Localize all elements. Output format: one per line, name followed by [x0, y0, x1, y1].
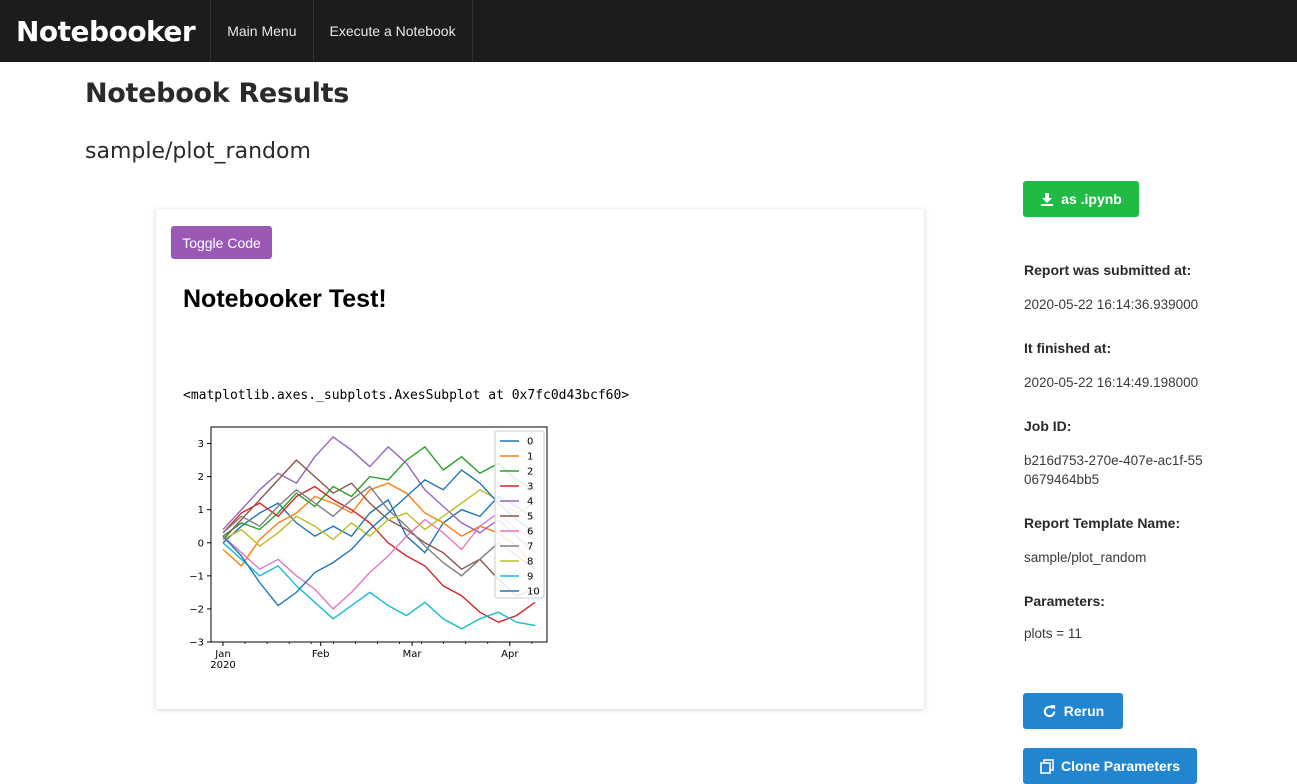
legend-label-4: 4	[527, 497, 533, 508]
download-ipynb-button[interactable]: as .ipynb	[1023, 181, 1139, 217]
download-icon	[1041, 193, 1054, 206]
copy-icon	[1040, 758, 1054, 774]
notebook-path-heading: sample/plot_random	[85, 139, 311, 164]
legend-label-0: 0	[527, 437, 533, 448]
y-tick-label: 1	[198, 505, 204, 516]
legend-label-10: 10	[527, 587, 540, 598]
job-id-label: Job ID:	[1024, 418, 1072, 434]
refresh-icon	[1043, 704, 1055, 717]
cell-output-text: <matplotlib.axes._subplots.AxesSubplot a…	[183, 388, 630, 403]
submitted-value: 2020-05-22 16:14:36.939000	[1024, 297, 1199, 312]
x-tick-label: 2020	[210, 660, 235, 671]
random-walk-line-chart: −3 −2 −1 0 1 2 3 Jan2020 Feb Mar Apr 0 1 2 3 4 5 6 7 8 9 10	[189, 426, 548, 671]
parameters-value: plots = 11	[1024, 626, 1082, 641]
legend-label-9: 9	[527, 572, 533, 583]
y-tick-label: 2	[198, 472, 204, 483]
legend-label-5: 5	[527, 512, 533, 523]
series-line-10	[222, 469, 536, 607]
download-label: as .ipynb	[1061, 191, 1122, 207]
series-line-9	[222, 542, 536, 630]
y-tick-label: −3	[189, 638, 204, 649]
job-id-value: b216d753-270e-407e-ac1f-550679464bb5	[1024, 453, 1203, 487]
finished-value: 2020-05-22 16:14:49.198000	[1024, 375, 1199, 390]
page-title: Notebook Results	[85, 78, 349, 109]
top-navbar: Notebooker Main Menu Execute a Notebook	[0, 0, 1297, 62]
y-tick-label: 0	[198, 538, 204, 549]
clone-label: Clone Parameters	[1060, 758, 1181, 774]
legend-label-7: 7	[527, 542, 533, 553]
finished-label: It finished at:	[1024, 340, 1112, 356]
template-name-value: sample/plot_random	[1024, 550, 1147, 565]
legend-label-3: 3	[527, 482, 533, 493]
x-tick-label: Apr	[501, 649, 519, 660]
clone-parameters-button[interactable]: Clone Parameters	[1023, 748, 1197, 784]
rerun-button[interactable]: Rerun	[1023, 693, 1123, 729]
legend-label-8: 8	[527, 557, 533, 568]
brand-logo[interactable]: Notebooker	[0, 0, 212, 62]
x-tick-label: Feb	[312, 649, 330, 660]
x-tick-label: Mar	[403, 649, 423, 660]
y-tick-label: −1	[189, 571, 204, 582]
template-name-label: Report Template Name:	[1024, 515, 1181, 531]
series-line-0	[222, 495, 536, 554]
toggle-code-button[interactable]: Toggle Code	[171, 226, 272, 259]
y-tick-label: 3	[198, 439, 204, 450]
legend-label-6: 6	[527, 527, 533, 538]
notebook-result-card: Toggle Code Notebooker Test! <matplotlib…	[156, 209, 924, 709]
legend-label-2: 2	[527, 467, 533, 478]
nav-main-menu[interactable]: Main Menu	[211, 0, 314, 62]
rerun-label: Rerun	[1063, 703, 1105, 719]
x-tick-label: Jan	[214, 649, 230, 660]
submitted-label: Report was submitted at:	[1024, 262, 1192, 278]
y-tick-label: −2	[189, 604, 204, 615]
notebook-heading: Notebooker Test!	[183, 285, 387, 313]
nav-execute-notebook[interactable]: Execute a Notebook	[314, 0, 473, 62]
legend-label-1: 1	[527, 452, 533, 463]
parameters-label: Parameters:	[1024, 593, 1105, 609]
